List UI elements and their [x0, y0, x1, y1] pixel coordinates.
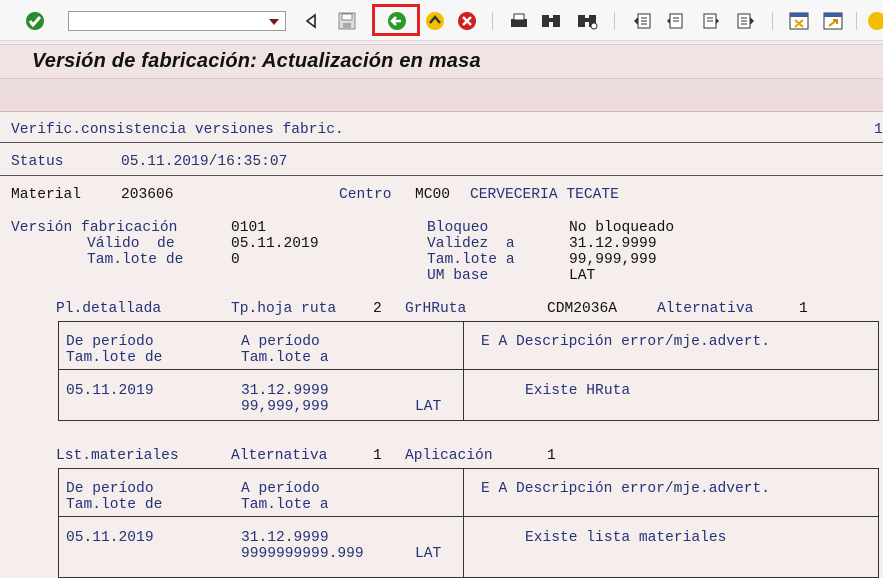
divider — [0, 175, 883, 176]
col-tamlote-de: Tam.lote de — [66, 497, 163, 513]
row-message: Existe lista materiales — [525, 530, 727, 546]
tp-hoja-ruta-value: 2 — [373, 301, 382, 317]
row-message: Existe HRuta — [525, 383, 631, 399]
report-list: Verific.consistencia versiones fabric. 1… — [0, 112, 883, 578]
divider — [0, 142, 883, 143]
col-a-periodo: A período — [241, 481, 320, 497]
print-icon[interactable] — [508, 10, 530, 32]
col-de-periodo: De período — [66, 334, 154, 350]
centro-code: MC00 — [415, 187, 451, 203]
cancel-icon[interactable] — [456, 10, 478, 32]
alternativa-label: Alternativa — [231, 448, 328, 464]
help-icon[interactable] — [866, 10, 883, 32]
status-value: 05.11.2019/16:35:07 — [121, 154, 288, 170]
bloqueo-label: Bloqueo — [427, 220, 489, 236]
col-ea-descripcion: E A Descripción error/mje.advert. — [481, 334, 771, 350]
command-field[interactable] — [68, 11, 286, 31]
exit-icon[interactable] — [424, 10, 446, 32]
col-a-periodo: A período — [241, 334, 320, 350]
alternativa-value: 1 — [799, 301, 808, 317]
last-page-icon[interactable] — [734, 10, 756, 32]
application-toolbar — [0, 0, 883, 41]
prev-page-icon[interactable] — [664, 10, 686, 32]
version-label: Versión fabricación — [11, 220, 178, 236]
status-label: Status — [11, 154, 64, 170]
version-value: 0101 — [231, 220, 267, 236]
row-tamlote-a: 9999999999.999 — [241, 546, 364, 562]
collapse-left-icon[interactable] — [300, 10, 322, 32]
new-window-icon[interactable] — [788, 10, 810, 32]
table-header-divider — [58, 369, 879, 370]
centro-name: CERVECERIA TECATE — [470, 187, 619, 203]
col-de-periodo: De período — [66, 481, 154, 497]
page-title: Versión de fabricación: Actualización en… — [32, 50, 481, 72]
back-icon[interactable] — [386, 10, 408, 32]
separator — [856, 12, 857, 30]
alternativa-label: Alternativa — [657, 301, 754, 317]
tamlote-a-value: 99,999,999 — [569, 252, 657, 268]
col-tamlote-a: Tam.lote a — [241, 497, 329, 513]
aplicacion-label: Aplicación — [405, 448, 493, 464]
lst-materiales-label: Lst.materiales — [56, 448, 179, 464]
save-icon[interactable] — [336, 10, 358, 32]
tamlote-de-label: Tam.lote de — [87, 252, 184, 268]
enter-icon[interactable] — [24, 10, 46, 32]
validez-a-value: 31.12.9999 — [569, 236, 657, 252]
validez-a-label: Validez a — [427, 236, 515, 252]
row-um: LAT — [415, 546, 442, 562]
first-page-icon[interactable] — [632, 10, 654, 32]
table-header-divider — [58, 516, 879, 517]
find-next-icon[interactable] — [576, 10, 598, 32]
tamlote-a-label: Tam.lote a — [427, 252, 515, 268]
separator — [772, 12, 773, 30]
um-base-value: LAT — [569, 268, 596, 284]
col-ea-descripcion: E A Descripción error/mje.advert. — [481, 481, 771, 497]
row-tamlote-a: 99,999,999 — [241, 399, 329, 415]
grhruta-label: GrHRuta — [405, 301, 467, 317]
valido-de-value: 05.11.2019 — [231, 236, 319, 252]
material-value: 203606 — [121, 187, 174, 203]
next-page-icon[interactable] — [700, 10, 722, 32]
row-de-periodo: 05.11.2019 — [66, 530, 154, 546]
centro-label: Centro — [339, 187, 392, 203]
row-um: LAT — [415, 399, 442, 415]
col-tamlote-a: Tam.lote a — [241, 350, 329, 366]
pl-detallada-label: Pl.detallada — [56, 301, 162, 317]
col-tamlote-de: Tam.lote de — [66, 350, 163, 366]
separator — [492, 12, 493, 30]
table-divider — [463, 321, 464, 421]
row-a-periodo: 31.12.9999 — [241, 530, 329, 546]
page-number: 1 — [874, 122, 883, 138]
find-icon[interactable] — [540, 10, 562, 32]
title-bar: Versión de fabricación: Actualización en… — [0, 44, 883, 79]
material-label: Material — [11, 187, 82, 203]
shortcut-icon[interactable] — [822, 10, 844, 32]
valido-de-label: Válido de — [87, 236, 175, 252]
bloqueo-value: No bloqueado — [569, 220, 675, 236]
report-heading: Verific.consistencia versiones fabric. — [11, 122, 344, 138]
command-dropdown-icon[interactable] — [269, 19, 279, 25]
separator — [614, 12, 615, 30]
row-de-periodo: 05.11.2019 — [66, 383, 154, 399]
tamlote-de-value: 0 — [231, 252, 240, 268]
tp-hoja-ruta-label: Tp.hoja ruta — [231, 301, 337, 317]
aplicacion-value: 1 — [547, 448, 556, 464]
um-base-label: UM base — [427, 268, 489, 284]
grhruta-value: CDM2036A — [547, 301, 618, 317]
row-a-periodo: 31.12.9999 — [241, 383, 329, 399]
application-toolbar-band — [0, 78, 883, 112]
alternativa-value: 1 — [373, 448, 382, 464]
table-divider — [463, 468, 464, 578]
